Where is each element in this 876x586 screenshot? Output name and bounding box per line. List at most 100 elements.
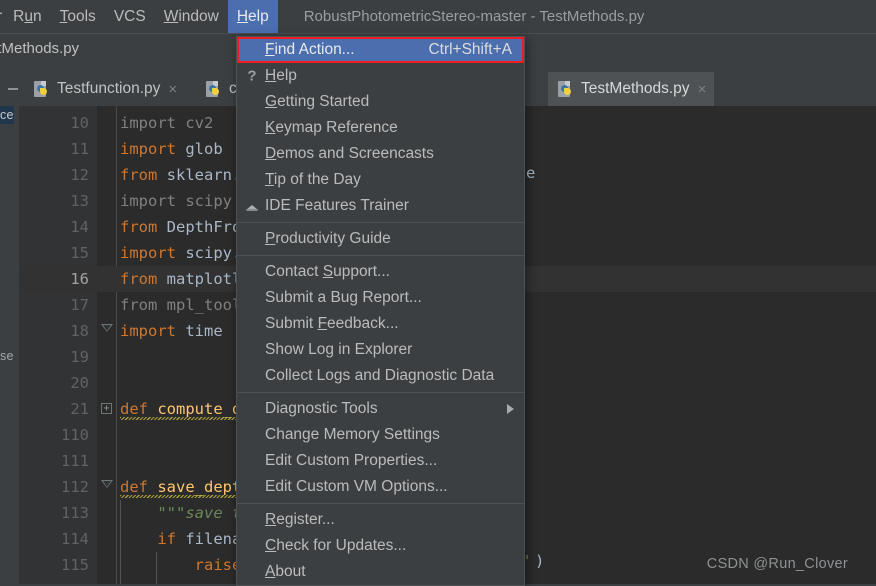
menu-item-label: Show Log in Explorer	[265, 341, 413, 358]
menu-item-label: Collect Logs and Diagnostic Data	[265, 367, 495, 384]
watermark-text: CSDN @Run_Clover	[706, 556, 848, 572]
python-file-icon	[206, 80, 222, 98]
code-text: import scipy	[120, 192, 232, 210]
menu-separator	[237, 503, 524, 504]
menu-item-check-for-updates[interactable]: Check for Updates...	[237, 533, 524, 559]
line-number: 110	[61, 426, 89, 444]
line-number: 20	[70, 374, 89, 392]
menu-item-ide-features-trainer[interactable]: IDE Features Trainer	[237, 193, 524, 219]
fold-collapse-icon[interactable]	[101, 480, 113, 488]
tool-window-button-database[interactable]: se	[0, 349, 14, 363]
menubar-item-vcs[interactable]: VCS	[105, 0, 155, 33]
line-number: 19	[70, 348, 89, 366]
menubar-item-run[interactable]: Run	[4, 0, 50, 33]
menu-item-about[interactable]: About	[237, 559, 524, 585]
editor-tab-label: Testfunction.py	[57, 80, 161, 97]
tab-close-icon[interactable]: ×	[168, 82, 177, 97]
tool-window-button-structure[interactable]: ce	[0, 106, 14, 124]
menu-item-help[interactable]: ? Help	[237, 63, 524, 89]
menu-separator	[237, 255, 524, 256]
menu-separator	[237, 392, 524, 393]
line-number: 15	[70, 244, 89, 262]
line-number: 21	[70, 400, 89, 418]
menu-item-edit-custom-properties[interactable]: Edit Custom Properties...	[237, 448, 524, 474]
line-number: 17	[70, 296, 89, 314]
line-number: 115	[61, 556, 89, 574]
editor-tab-label: TestMethods.py	[581, 80, 690, 97]
fold-collapse-icon[interactable]	[101, 324, 113, 332]
menu-item-getting-started[interactable]: Getting Started	[237, 89, 524, 115]
menu-item-label: Keymap Reference	[265, 119, 398, 136]
indent-guide	[120, 500, 121, 584]
menu-item-label: Find Action...	[265, 41, 355, 58]
code-text: import glob	[120, 140, 223, 158]
menu-item-productivity-guide[interactable]: Productivity Guide	[237, 226, 524, 252]
menu-item-diagnostic-tools[interactable]: Diagnostic Tools	[237, 396, 524, 422]
code-text: from DepthFro	[120, 218, 242, 236]
line-number: 111	[61, 452, 89, 470]
line-number: 112	[61, 478, 89, 496]
tab-list-dash-icon	[8, 88, 18, 90]
menubar-item-window[interactable]: Window	[155, 0, 228, 33]
breadcrumb: TestMethods.py	[0, 40, 80, 57]
menu-item-label: Getting Started	[265, 93, 370, 110]
menu-item-label: Demos and Screencasts	[265, 145, 434, 162]
code-text: import scipy.	[120, 244, 242, 262]
menu-item-label: Help	[265, 67, 297, 84]
main-menu-bar[interactable]: rRunToolsVCSWindowHelp RobustPhotometric…	[0, 0, 876, 33]
menu-item-demos-and-screencasts[interactable]: Demos and Screencasts	[237, 141, 524, 167]
line-number: 12	[70, 166, 89, 184]
menu-item-label: IDE Features Trainer	[265, 197, 409, 214]
inspection-warning-underline	[120, 495, 245, 498]
menu-item-edit-custom-vm-options[interactable]: Edit Custom VM Options...	[237, 474, 524, 500]
menu-item-label: Submit a Bug Report...	[265, 289, 422, 306]
menubar-item-help[interactable]: Help	[227, 0, 278, 33]
code-text: from sklearn.	[120, 166, 242, 184]
code-fragment: e	[526, 164, 536, 182]
left-tool-strip[interactable]: ce se	[0, 106, 19, 584]
code-text: from mpl_tool	[120, 296, 242, 314]
indent-guide	[156, 552, 157, 584]
menu-item-label: Productivity Guide	[265, 230, 391, 247]
menu-item-label: Edit Custom Properties...	[265, 452, 438, 469]
help-dropdown-menu[interactable]: Find Action... Ctrl+Shift+A? Help Getting S…	[236, 36, 525, 586]
menu-item-change-memory-settings[interactable]: Change Memory Settings	[237, 422, 524, 448]
menubar-item-tools[interactable]: Tools	[51, 0, 105, 33]
menu-item-submit-a-bug-report[interactable]: Submit a Bug Report...	[237, 285, 524, 311]
menu-item-label: Submit Feedback...	[265, 315, 399, 332]
tab-close-icon[interactable]: ×	[698, 82, 707, 97]
menu-item-keymap-reference[interactable]: Keymap Reference	[237, 115, 524, 141]
graduation-cap-icon	[243, 199, 261, 213]
line-number: 11	[70, 140, 89, 158]
question-mark-icon: ?	[247, 67, 257, 85]
python-file-icon	[558, 80, 574, 98]
code-text: """save t	[157, 504, 242, 522]
menu-item-label: Edit Custom VM Options...	[265, 478, 448, 495]
line-number: 13	[70, 192, 89, 210]
menu-item-label: Change Memory Settings	[265, 426, 440, 443]
code-text: raise	[194, 556, 242, 574]
editor-tab[interactable]: TestMethods.py ×	[548, 72, 715, 106]
menu-item-submit-feedback[interactable]: Submit Feedback...	[237, 311, 524, 337]
menu-item-show-log-in-explorer[interactable]: Show Log in Explorer	[237, 337, 524, 363]
menu-item-contact-support[interactable]: Contact Support...	[237, 259, 524, 285]
fold-expand-icon[interactable]: +	[101, 403, 112, 414]
menu-item-label: About	[265, 563, 306, 580]
code-fragment: )	[535, 552, 545, 570]
line-number: 18	[70, 322, 89, 340]
menu-separator	[237, 222, 524, 223]
submenu-arrow-icon	[507, 404, 524, 414]
menu-item-tip-of-the-day[interactable]: Tip of the Day	[237, 167, 524, 193]
menu-item-find-action[interactable]: Find Action... Ctrl+Shift+A	[237, 37, 524, 63]
code-text: if filena	[157, 530, 242, 548]
editor-tab[interactable]: Testfunction.py ×	[24, 72, 185, 106]
menu-item-shortcut: Ctrl+Shift+A	[428, 41, 512, 58]
menu-item-register[interactable]: Register...	[237, 507, 524, 533]
code-text: import cv2	[120, 114, 214, 132]
code-text: import time	[120, 322, 223, 340]
python-file-icon	[34, 80, 50, 98]
window-title: RobustPhotometricStereo-master - TestMet…	[303, 8, 645, 25]
menu-item-label: Register...	[265, 511, 335, 528]
code-text: from matplotl	[120, 270, 242, 288]
menu-item-collect-logs-and-diagnostic-data[interactable]: Collect Logs and Diagnostic Data	[237, 363, 524, 389]
